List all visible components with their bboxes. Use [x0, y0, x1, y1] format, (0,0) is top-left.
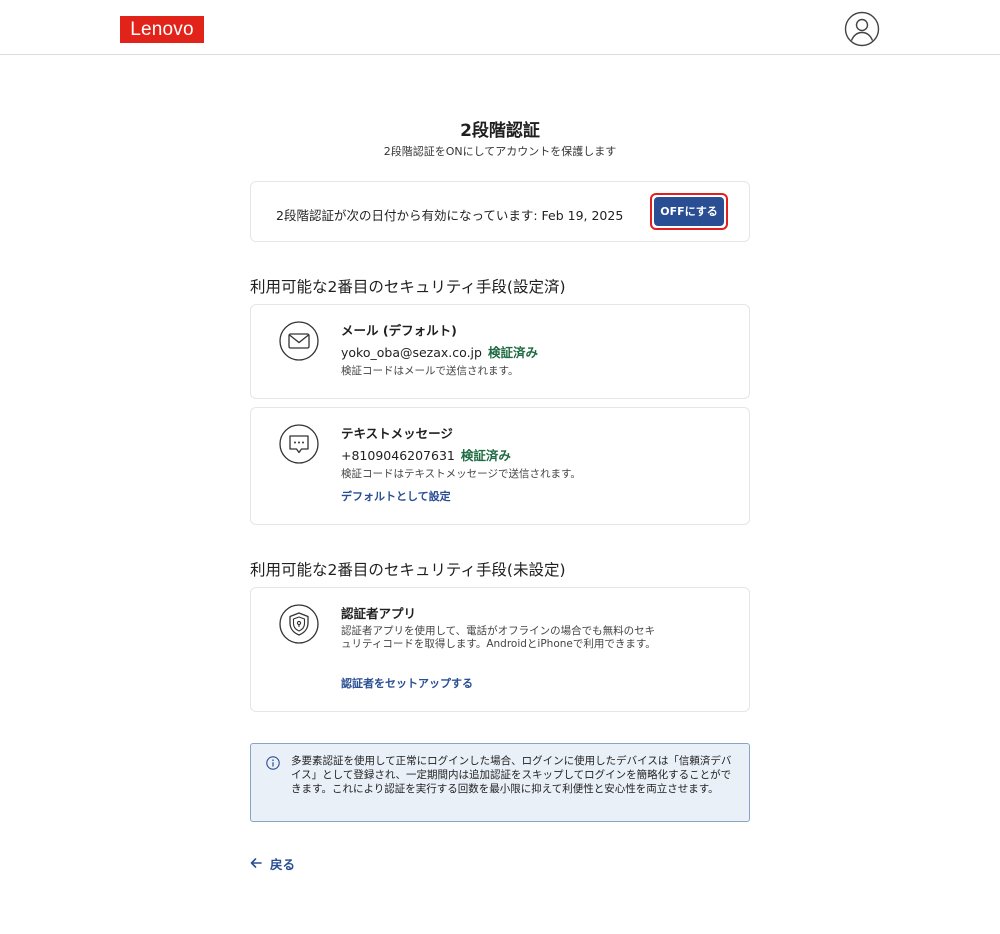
turn-off-button[interactable]: OFFにする — [654, 197, 724, 226]
method-contact: yoko_oba@sezax.co.jp 検証済み — [341, 342, 538, 361]
email-address: yoko_oba@sezax.co.jp — [341, 345, 482, 360]
method-description: 認証者アプリを使用して、電話がオフラインの場合でも無料のセキュリティコードを取得… — [341, 625, 656, 650]
status-text: 2段階認証が次の日付から有効になっています: Feb 19, 2025 — [276, 208, 624, 223]
shield-lock-icon — [279, 604, 319, 644]
method-title: メール (デフォルト) — [341, 323, 457, 338]
email-method-card: メール (デフォルト) yoko_oba@sezax.co.jp 検証済み 検証コ… — [250, 304, 750, 399]
envelope-icon — [279, 321, 319, 361]
method-title: 認証者アプリ — [341, 606, 417, 621]
back-label: 戻る — [270, 856, 296, 872]
message-bubble-icon — [279, 424, 319, 464]
method-title: テキストメッセージ — [341, 426, 453, 441]
page-subtitle: 2段階認証をONにしてアカウントを保護します — [383, 145, 617, 158]
info-box: 多要素認証を使用して正常にログインした場合、ログインに使用したデバイスは「信頼済… — [250, 743, 750, 822]
arrow-left-icon — [250, 858, 262, 868]
configured-methods-heading: 利用可能な2番目のセキュリティ手段(設定済) — [250, 278, 566, 296]
unconfigured-methods-heading: 利用可能な2番目のセキュリティ手段(未設定) — [250, 561, 566, 579]
info-icon — [266, 756, 280, 770]
set-default-link[interactable]: デフォルトとして設定 — [341, 488, 451, 504]
authenticator-method-card: 認証者アプリ 認証者アプリを使用して、電話がオフラインの場合でも無料のセキュリテ… — [250, 587, 750, 712]
method-note: 検証コードはテキストメッセージで送信されます。 — [341, 468, 581, 480]
lenovo-logo[interactable]: Lenovo — [120, 16, 204, 43]
verified-badge: 検証済み — [487, 345, 538, 360]
status-card: 2段階認証が次の日付から有効になっています: Feb 19, 2025 OFFに… — [250, 181, 750, 242]
phone-number: +8109046207631 — [341, 448, 455, 463]
user-circle-icon[interactable] — [844, 11, 880, 47]
sms-method-card: テキストメッセージ +8109046207631 検証済み 検証コードはテキストメ… — [250, 407, 750, 525]
page-title: 2段階認証 — [460, 121, 540, 141]
verified-badge: 検証済み — [460, 448, 511, 463]
top-bar: Lenovo — [0, 0, 1000, 55]
method-note: 検証コードはメールで送信されます。 — [341, 365, 519, 377]
method-contact: +8109046207631 検証済み — [341, 445, 511, 464]
setup-authenticator-link[interactable]: 認証者をセットアップする — [341, 675, 473, 691]
back-link[interactable]: 戻る — [250, 854, 295, 872]
info-text: 多要素認証を使用して正常にログインした場合、ログインに使用したデバイスは「信頼済… — [291, 755, 732, 795]
